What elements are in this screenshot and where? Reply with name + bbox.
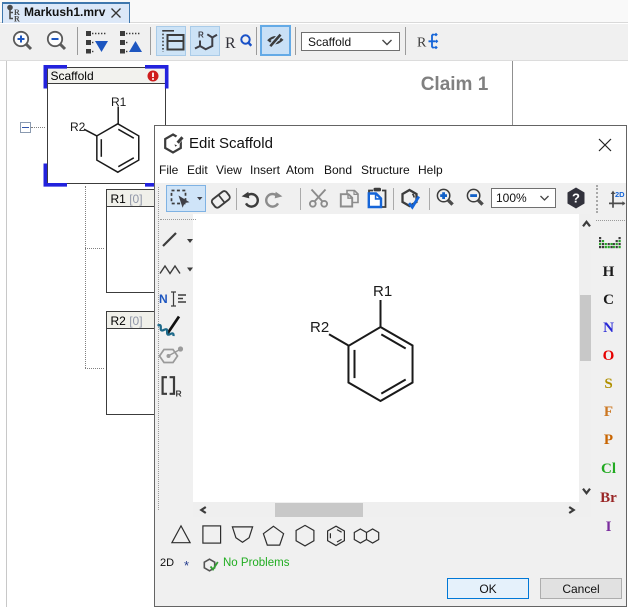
svg-text:R: R [417,36,427,51]
svg-text:?: ? [572,191,580,206]
svg-text:R: R [198,31,204,40]
svg-text:R: R [176,389,182,399]
svg-text:N: N [159,292,168,306]
svg-text:2D: 2D [615,190,625,199]
svg-text:R: R [14,15,20,23]
svg-text:R: R [225,35,236,52]
